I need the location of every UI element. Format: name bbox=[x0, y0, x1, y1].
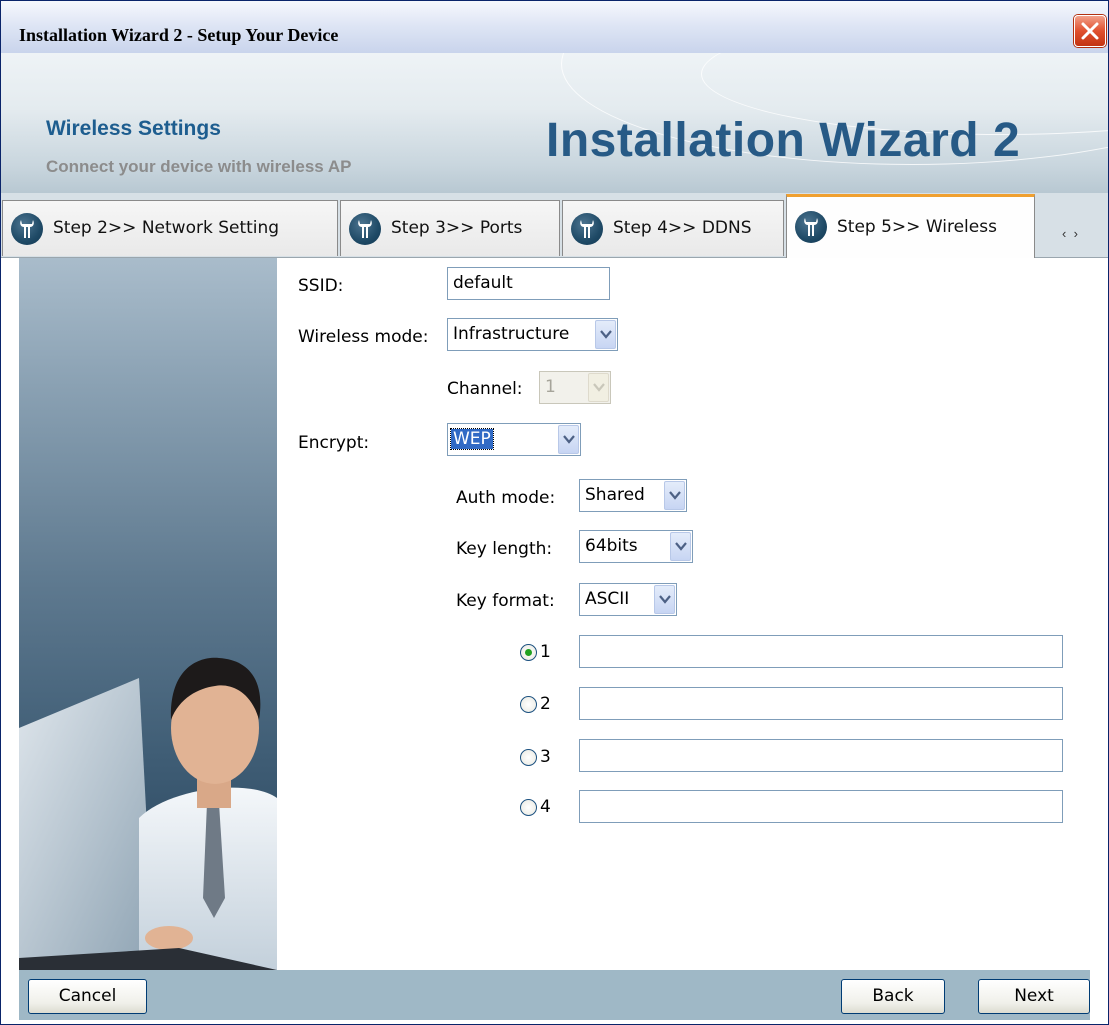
tab-label: Step 2>> Network Setting bbox=[53, 218, 280, 238]
product-title: Installation Wizard 2 bbox=[546, 114, 1021, 167]
auth-mode-select[interactable]: Shared bbox=[579, 479, 687, 512]
key-length-label: Key length: bbox=[456, 539, 553, 559]
channel-label: Channel: bbox=[447, 379, 523, 399]
auth-mode-value: Shared bbox=[585, 485, 645, 505]
tab-label: Step 5>> Wireless bbox=[837, 217, 997, 237]
wrench-icon bbox=[11, 213, 43, 245]
auth-mode-label: Auth mode: bbox=[456, 488, 556, 508]
channel-select: 1 bbox=[539, 371, 611, 404]
key-4-radio[interactable] bbox=[520, 799, 537, 816]
chevron-down-icon[interactable] bbox=[664, 481, 685, 510]
wireless-mode-value: Infrastructure bbox=[453, 324, 570, 344]
key-2-input[interactable] bbox=[579, 687, 1063, 720]
tab-ports[interactable]: Step 3>> Ports bbox=[340, 200, 560, 256]
key-format-label: Key format: bbox=[456, 591, 555, 611]
close-icon bbox=[1081, 22, 1099, 40]
chevron-right-icon[interactable]: › bbox=[1074, 226, 1078, 241]
key-1-radio[interactable] bbox=[520, 644, 537, 661]
chevron-left-icon[interactable]: ‹ bbox=[1062, 226, 1066, 241]
tab-wireless[interactable]: Step 5>> Wireless bbox=[786, 194, 1035, 258]
encrypt-select[interactable]: WEP bbox=[447, 423, 581, 456]
key-4-input[interactable] bbox=[579, 790, 1063, 823]
key-2-number: 2 bbox=[540, 694, 551, 714]
tab-network-setting[interactable]: Step 2>> Network Setting bbox=[2, 200, 338, 256]
window-title: Installation Wizard 2 - Setup Your Devic… bbox=[19, 25, 339, 45]
chevron-down-icon[interactable] bbox=[558, 425, 579, 454]
decorative-photo bbox=[19, 258, 277, 970]
header-banner: Wireless Settings Connect your device wi… bbox=[1, 53, 1108, 193]
ssid-label: SSID: bbox=[298, 276, 344, 296]
key-4-number: 4 bbox=[540, 797, 551, 817]
key-1-input[interactable] bbox=[579, 635, 1063, 668]
tab-scroll-control[interactable]: ‹ › bbox=[1053, 222, 1087, 246]
close-button[interactable] bbox=[1074, 15, 1106, 47]
encrypt-value: WEP bbox=[450, 428, 494, 450]
wizard-window: Installation Wizard 2 - Setup Your Devic… bbox=[0, 0, 1109, 1025]
key-3-number: 3 bbox=[540, 747, 551, 767]
page-heading: Wireless Settings bbox=[46, 117, 221, 140]
chevron-down-icon[interactable] bbox=[654, 585, 675, 614]
chevron-down-icon bbox=[588, 373, 609, 402]
key-format-value: ASCII bbox=[585, 589, 630, 609]
cancel-button[interactable]: Cancel bbox=[28, 979, 147, 1014]
next-button[interactable]: Next bbox=[978, 979, 1090, 1014]
wireless-mode-label: Wireless mode: bbox=[298, 327, 429, 347]
key-1-number: 1 bbox=[540, 642, 551, 662]
key-2-radio[interactable] bbox=[520, 696, 537, 713]
ssid-value: default bbox=[453, 273, 513, 293]
back-button[interactable]: Back bbox=[841, 979, 945, 1014]
wrench-icon bbox=[795, 211, 827, 243]
page-subheading: Connect your device with wireless AP bbox=[46, 157, 352, 176]
key-3-input[interactable] bbox=[579, 739, 1063, 772]
chevron-down-icon[interactable] bbox=[595, 320, 616, 349]
tab-ddns[interactable]: Step 4>> DDNS bbox=[562, 200, 784, 256]
wrench-icon bbox=[571, 213, 603, 245]
wrench-icon bbox=[349, 213, 381, 245]
person-at-laptop-image bbox=[19, 657, 277, 970]
title-bar: Installation Wizard 2 - Setup Your Devic… bbox=[1, 1, 1108, 53]
key-format-select[interactable]: ASCII bbox=[579, 583, 677, 616]
radio-selected-dot bbox=[525, 649, 532, 656]
ssid-input[interactable]: default bbox=[447, 267, 610, 300]
tab-label: Step 3>> Ports bbox=[391, 218, 523, 238]
channel-value: 1 bbox=[545, 377, 556, 397]
key-length-select[interactable]: 64bits bbox=[579, 530, 693, 563]
key-3-radio[interactable] bbox=[520, 749, 537, 766]
wireless-mode-select[interactable]: Infrastructure bbox=[447, 318, 618, 351]
chevron-down-icon[interactable] bbox=[670, 532, 691, 561]
tab-label: Step 4>> DDNS bbox=[613, 218, 752, 238]
encrypt-label: Encrypt: bbox=[298, 433, 370, 453]
key-length-value: 64bits bbox=[585, 536, 638, 556]
